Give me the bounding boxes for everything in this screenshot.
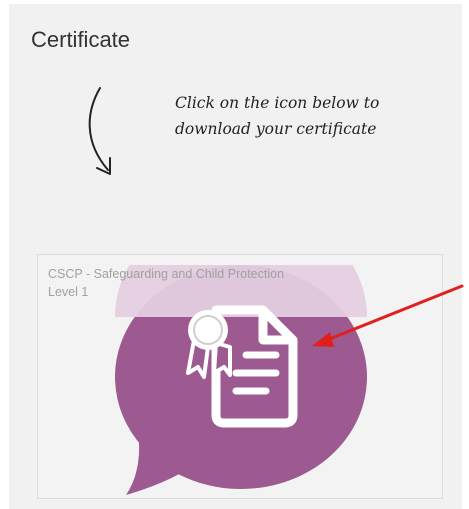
instruction-line-1: Click on the icon below to: [175, 94, 380, 112]
certificate-download-card[interactable]: CSCP - Safeguarding and Child Protection…: [37, 254, 443, 499]
certificate-title-line-2: Level 1: [48, 285, 89, 299]
certificate-title-line-1: CSCP - Safeguarding and Child Protection: [48, 267, 285, 281]
curved-arrow-icon: [88, 87, 111, 175]
certificate-title[interactable]: CSCP - Safeguarding and Child Protection…: [48, 265, 388, 301]
instruction-text: Click on the icon below to download your…: [175, 90, 460, 142]
page-title: Certificate: [31, 27, 131, 52]
instruction-line-2: download your certificate: [175, 120, 377, 138]
